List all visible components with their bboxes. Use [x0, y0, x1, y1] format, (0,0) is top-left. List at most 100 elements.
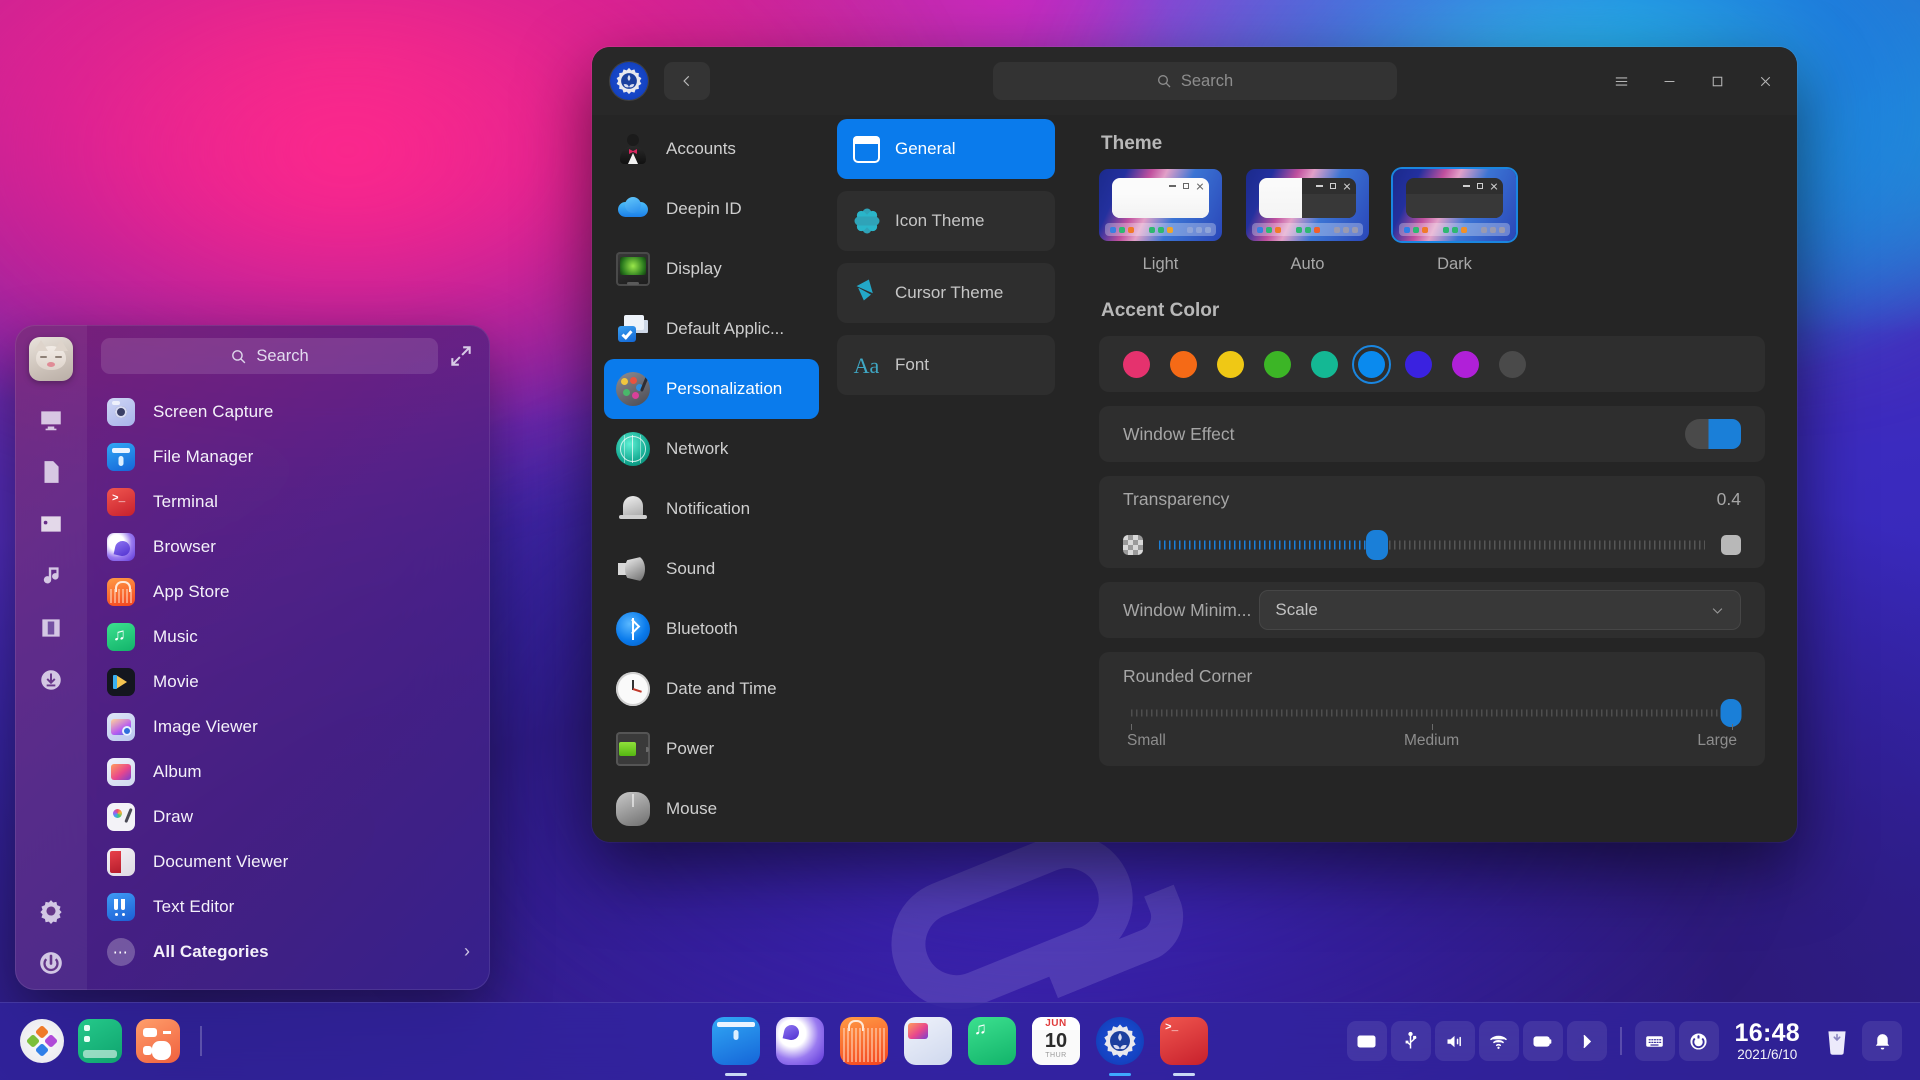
sidebar-item-date-and-time[interactable]: Date and Time	[604, 659, 819, 719]
accent-swatch-blue[interactable]	[1358, 351, 1385, 378]
hamburger-menu-icon[interactable]	[1597, 59, 1645, 103]
screen-capture-icon	[107, 398, 135, 426]
theme-preview-dock	[1252, 223, 1363, 236]
app-label: Screen Capture	[153, 402, 273, 422]
all-categories-item[interactable]: ⋯ All Categories ›	[97, 929, 480, 974]
list-item[interactable]: Album	[97, 749, 480, 794]
sidebar-item-sound[interactable]: Sound	[604, 539, 819, 599]
usb-icon[interactable]	[1391, 1021, 1431, 1061]
dock-app-calendar[interactable]: JUN 10 THUR	[1032, 1017, 1080, 1065]
list-item[interactable]: Terminal	[97, 479, 480, 524]
list-item[interactable]: Browser	[97, 524, 480, 569]
list-item[interactable]: Document Viewer	[97, 839, 480, 884]
music-icon[interactable]	[38, 563, 64, 589]
sidebar-item-deepin-id[interactable]: Deepin ID	[604, 179, 819, 239]
list-item[interactable]: Image Viewer	[97, 704, 480, 749]
theme-option-light[interactable]: Light	[1099, 169, 1222, 274]
dock-app-album[interactable]	[904, 1017, 952, 1065]
transparency-slider[interactable]	[1159, 534, 1705, 556]
app-grid-icon[interactable]	[136, 1019, 180, 1063]
application-launcher[interactable]: Search Screen Capture File Manager Termi…	[15, 325, 490, 990]
close-icon[interactable]	[1741, 59, 1789, 103]
sidebar-item-personalization[interactable]: Personalization	[604, 359, 819, 419]
dock-app-app-store[interactable]	[840, 1017, 888, 1065]
list-item[interactable]: App Store	[97, 569, 480, 614]
sidebar-item-mouse[interactable]: Mouse	[604, 779, 819, 839]
dock-app-file-manager[interactable]	[712, 1017, 760, 1065]
theme-option-auto[interactable]: Auto	[1246, 169, 1369, 274]
titlebar: Search	[592, 47, 1797, 115]
accent-swatch-gray[interactable]	[1499, 351, 1526, 378]
accent-swatch-purple[interactable]	[1452, 351, 1479, 378]
bell-icon[interactable]	[1862, 1021, 1902, 1061]
dock-app-browser[interactable]	[776, 1017, 824, 1065]
sidebar-item-default-applications[interactable]: Default Applic...	[604, 299, 819, 359]
dock-app-control-center[interactable]	[1096, 1017, 1144, 1065]
battery-charging-icon[interactable]	[1523, 1021, 1563, 1061]
sidebar-item-accounts[interactable]: Accounts	[604, 119, 819, 179]
power-icon[interactable]	[1679, 1021, 1719, 1061]
list-item[interactable]: Text Editor	[97, 884, 480, 929]
settings-gear-icon[interactable]	[38, 898, 64, 924]
onscreen-keyboard-icon[interactable]	[1635, 1021, 1675, 1061]
sidebar-item-display[interactable]: Display	[604, 239, 819, 299]
theme-preview-window	[1259, 178, 1356, 218]
chevron-right-icon[interactable]	[1567, 1021, 1607, 1061]
download-icon[interactable]	[38, 667, 64, 693]
notification-icon	[616, 492, 650, 526]
volume-icon[interactable]	[1435, 1021, 1475, 1061]
bluetooth-icon	[616, 612, 650, 646]
app-label: Image Viewer	[153, 717, 258, 737]
back-button[interactable]	[664, 62, 710, 100]
control-center-window[interactable]: Search Accounts Deepin ID Display Defaul…	[592, 47, 1797, 842]
dock-app-terminal[interactable]	[1160, 1017, 1208, 1065]
document-icon[interactable]	[38, 459, 64, 485]
video-icon[interactable]	[38, 615, 64, 641]
theme-option-dark[interactable]: Dark	[1393, 169, 1516, 274]
tab-cursor-theme[interactable]: Cursor Theme	[837, 263, 1055, 323]
maximize-icon[interactable]	[1693, 59, 1741, 103]
search-input[interactable]: Search	[993, 62, 1397, 100]
tab-font[interactable]: AaFont	[837, 335, 1055, 395]
trash-icon[interactable]	[1816, 1020, 1858, 1062]
avatar[interactable]	[29, 337, 73, 381]
minimize-icon[interactable]	[1645, 59, 1693, 103]
launcher-search-placeholder: Search	[256, 347, 308, 366]
tab-icon-theme[interactable]: Icon Theme	[837, 191, 1055, 251]
list-item[interactable]: Draw	[97, 794, 480, 839]
list-item[interactable]: Music	[97, 614, 480, 659]
keyboard-icon[interactable]	[1347, 1021, 1387, 1061]
accent-swatch-pink[interactable]	[1123, 351, 1150, 378]
accent-swatch-yellow[interactable]	[1217, 351, 1244, 378]
list-item[interactable]: Screen Capture	[97, 389, 480, 434]
settings-nav-list: Accounts Deepin ID Display Default Appli…	[592, 115, 829, 842]
sidebar-item-power[interactable]: Power	[604, 719, 819, 779]
window-effect-toggle[interactable]	[1685, 419, 1741, 449]
list-item[interactable]: Movie	[97, 659, 480, 704]
accent-swatch-indigo[interactable]	[1405, 351, 1432, 378]
power-icon[interactable]	[38, 950, 64, 976]
window-minimize-dropdown[interactable]: Scale	[1259, 590, 1741, 630]
rounded-corner-slider[interactable]	[1123, 700, 1741, 726]
theme-preview-dock	[1105, 223, 1216, 236]
monitor-icon[interactable]	[38, 407, 64, 433]
accent-swatch-orange[interactable]	[1170, 351, 1197, 378]
list-item[interactable]: File Manager	[97, 434, 480, 479]
clock[interactable]: 16:48 2021/6/10	[1723, 1020, 1812, 1062]
dock-app-area: JUN 10 THUR	[712, 1017, 1208, 1065]
sidebar-item-notification[interactable]: Notification	[604, 479, 819, 539]
multitask-view-icon[interactable]	[78, 1019, 122, 1063]
sidebar-item-bluetooth[interactable]: Bluetooth	[604, 599, 819, 659]
launcher-icon[interactable]	[20, 1019, 64, 1063]
launcher-search-input[interactable]: Search	[101, 338, 438, 374]
calendar-month: JUN	[1032, 1017, 1080, 1030]
wifi-icon[interactable]	[1479, 1021, 1519, 1061]
icon-theme-icon	[853, 208, 880, 235]
sidebar-item-network[interactable]: Network	[604, 419, 819, 479]
accent-swatch-teal[interactable]	[1311, 351, 1338, 378]
image-icon[interactable]	[38, 511, 64, 537]
tab-general[interactable]: General	[837, 119, 1055, 179]
dock-app-music[interactable]	[968, 1017, 1016, 1065]
expand-icon[interactable]	[448, 343, 474, 369]
accent-swatch-green[interactable]	[1264, 351, 1291, 378]
